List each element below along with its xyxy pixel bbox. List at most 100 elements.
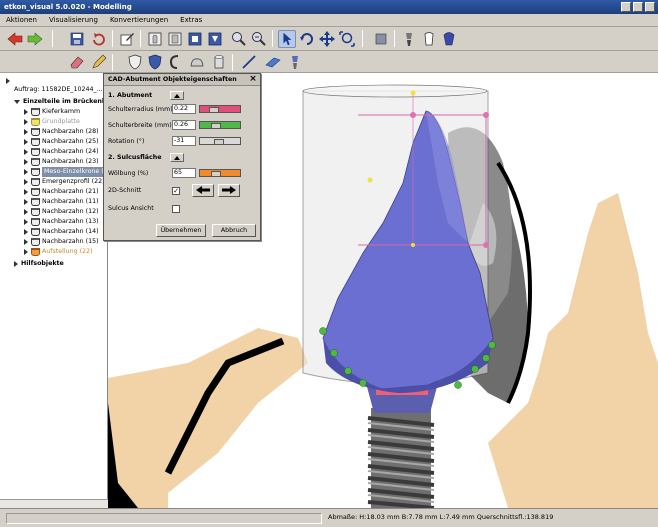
expand-icon[interactable] [24, 119, 28, 125]
control-point-yellow[interactable] [411, 243, 415, 247]
tree-item[interactable]: Kieferkamm [24, 107, 80, 117]
shoulder-radius-input[interactable]: 0.22 [172, 104, 196, 114]
apply-button[interactable]: Übernehmen [156, 224, 206, 237]
crown-shape-icon[interactable] [188, 53, 206, 71]
slider-thumb[interactable] [209, 107, 219, 113]
expand-icon[interactable] [24, 159, 28, 165]
close-button[interactable] [645, 2, 655, 12]
shield-icon[interactable] [126, 53, 144, 71]
eraser-icon[interactable] [68, 53, 86, 71]
control-point-yellow[interactable] [410, 90, 416, 96]
curvature-input[interactable]: 65 [172, 168, 196, 178]
tree-item[interactable]: Meso-Einzelkrone (2 [24, 167, 107, 177]
expand-icon[interactable] [14, 261, 18, 267]
maximize-button[interactable] [633, 2, 643, 12]
collapse-icon[interactable] [14, 100, 20, 104]
plane-tool-icon[interactable] [264, 53, 282, 71]
minimize-button[interactable] [621, 2, 631, 12]
expand-icon[interactable] [24, 169, 28, 175]
tree-horizontal-scrollbar[interactable] [0, 499, 108, 508]
expand-icon[interactable] [24, 239, 28, 245]
sulcus-view-checkbox[interactable] [172, 205, 180, 213]
slider-thumb[interactable] [211, 171, 221, 177]
tree-item[interactable]: Nachbarzahn (23) [24, 157, 99, 167]
expand-icon[interactable] [24, 139, 28, 145]
menu-extras[interactable]: Extras [180, 14, 202, 26]
tree-item[interactable]: Emergenzprofil (22) [24, 177, 105, 187]
expand-icon[interactable] [24, 149, 28, 155]
expand-icon[interactable] [24, 229, 28, 235]
save-icon[interactable] [68, 30, 86, 48]
expand-icon[interactable] [24, 219, 28, 225]
control-point-yellow[interactable] [367, 177, 373, 183]
tree-item[interactable]: Nachbarzahn (11) [24, 197, 99, 207]
cylinder-icon[interactable] [210, 53, 228, 71]
tree-parts-group[interactable]: Einzelteile im Brückenko [14, 97, 107, 107]
slider-thumb[interactable] [214, 139, 224, 145]
implant-icon[interactable] [400, 30, 418, 48]
expand-icon[interactable] [24, 129, 28, 135]
view-side-icon[interactable] [166, 30, 184, 48]
tree-helper-objects[interactable]: Hilfsobjekte [14, 259, 64, 269]
tree-item[interactable]: Nachbarzahn (12) [24, 207, 99, 217]
tooth-color-icon[interactable] [440, 30, 458, 48]
expand-icon[interactable] [6, 78, 10, 84]
redo-arrow-icon[interactable] [26, 30, 44, 48]
tree-item[interactable]: Nachbarzahn (24) [24, 147, 99, 157]
tree-item[interactable]: Grundplatte [24, 117, 80, 127]
pencil-icon[interactable] [90, 53, 108, 71]
slider-thumb[interactable] [211, 123, 221, 129]
tree-item[interactable]: Nachbarzahn (28) [24, 127, 99, 137]
menu-visualisierung[interactable]: Visualisierung [49, 14, 98, 26]
abutment-icon[interactable] [286, 53, 304, 71]
box-icon[interactable] [372, 30, 390, 48]
expand-icon[interactable] [24, 179, 28, 185]
rotation-slider[interactable] [199, 137, 241, 145]
expand-icon[interactable] [24, 209, 28, 215]
tree-order-row[interactable] [6, 76, 13, 86]
tooth-crown-icon[interactable] [420, 30, 438, 48]
expand-icon[interactable] [24, 109, 28, 115]
control-point[interactable] [410, 112, 416, 118]
tree-item[interactable]: Nachbarzahn (14) [24, 227, 99, 237]
edit-icon[interactable] [118, 30, 136, 48]
cancel-button[interactable]: Abbruch [212, 224, 256, 237]
shoulder-radius-slider[interactable] [199, 105, 241, 113]
view-top-icon[interactable] [186, 30, 204, 48]
shoulder-width-input[interactable]: 0.26 [172, 120, 196, 130]
undo-arrow-icon[interactable] [6, 30, 24, 48]
section-abutment-collapse-button[interactable] [170, 91, 184, 100]
refresh-icon[interactable] [90, 30, 108, 48]
tree-item[interactable]: Nachbarzahn (13) [24, 217, 99, 227]
expand-icon[interactable] [24, 189, 28, 195]
expand-icon[interactable] [24, 199, 28, 205]
line-tool-icon[interactable] [240, 53, 258, 71]
shield-filled-icon[interactable] [146, 53, 164, 71]
cut2d-checkbox[interactable]: ✓ [172, 187, 180, 195]
dialog-close-icon[interactable]: × [248, 75, 258, 85]
tree-item[interactable]: Aufstellung (22) [24, 247, 93, 257]
pointer-icon[interactable] [278, 30, 296, 48]
curvature-slider[interactable] [199, 169, 241, 177]
view-bottom-icon[interactable] [206, 30, 224, 48]
menu-aktionen[interactable]: Aktionen [6, 14, 37, 26]
menu-konvertierungen[interactable]: Konvertierungen [110, 14, 168, 26]
section-sulcus-collapse-button[interactable] [170, 153, 184, 162]
tree-item[interactable]: Nachbarzahn (15) [24, 237, 99, 247]
next-arrow-button[interactable] [218, 184, 240, 197]
zoom-out-icon[interactable] [250, 30, 268, 48]
control-point[interactable] [483, 242, 489, 248]
zoom-in-icon[interactable] [230, 30, 248, 48]
control-point[interactable] [483, 112, 489, 118]
expand-icon[interactable] [24, 249, 28, 255]
rotation-input[interactable]: -31 [172, 136, 196, 146]
tree-item[interactable]: Nachbarzahn (25) [24, 137, 99, 147]
hook-icon[interactable] [166, 53, 184, 71]
shoulder-width-slider[interactable] [199, 121, 241, 129]
rotate-icon[interactable] [298, 30, 316, 48]
view-front-icon[interactable] [146, 30, 164, 48]
tree-order-label[interactable]: Auftrag: 11582DE_10244_... [14, 85, 103, 95]
move-icon[interactable] [318, 30, 336, 48]
zoom-fit-icon[interactable] [338, 30, 356, 48]
previous-arrow-button[interactable] [192, 184, 214, 197]
